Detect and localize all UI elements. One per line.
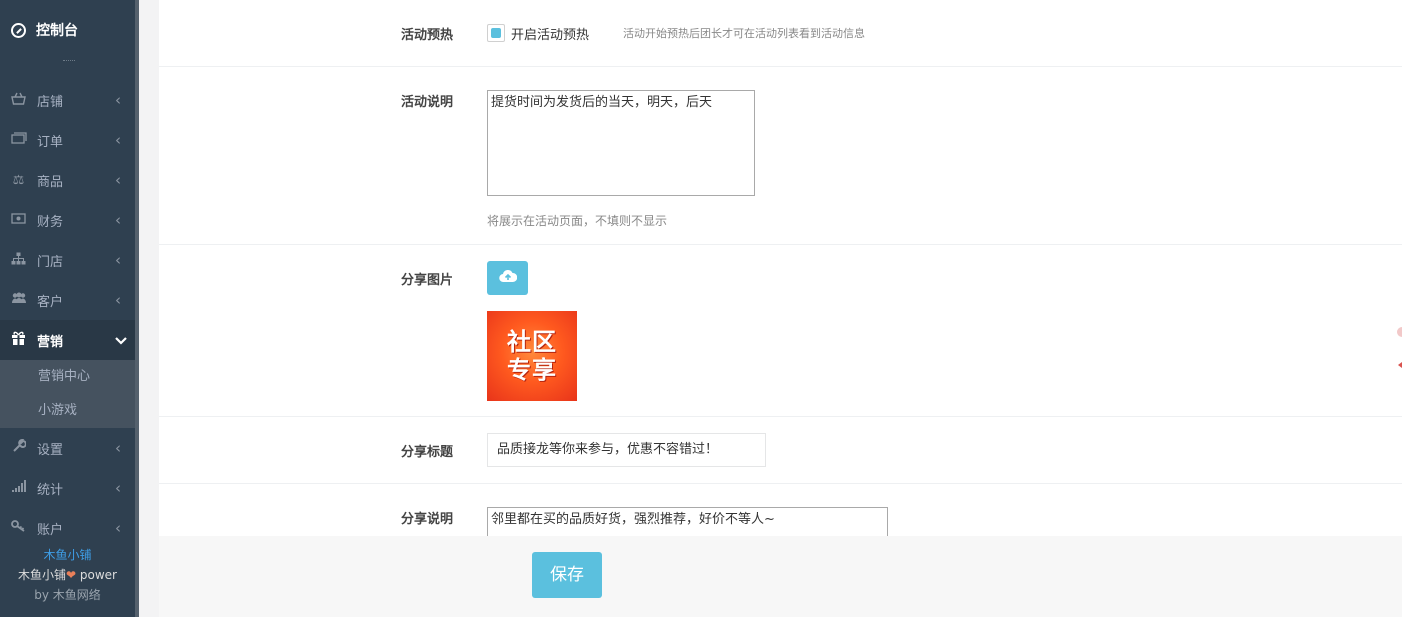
chevron-left-icon: ‹	[115, 439, 121, 457]
chevron-left-icon: ‹	[115, 211, 121, 229]
main-form: 活动预热 开启活动预热 活动开始预热后团长才可在活动列表看到活动信息 活动说明 …	[159, 0, 1402, 617]
sidebar-item-marketing[interactable]: 营销	[0, 320, 135, 360]
description-hint: 将展示在活动页面，不填则不显示	[487, 214, 668, 228]
share-image-text-2: 专享	[507, 356, 557, 384]
chevron-left-icon: ‹	[115, 171, 121, 189]
preheat-hint: 活动开始预热后团长才可在活动列表看到活动信息	[623, 27, 865, 40]
footer-powered-suffix: power	[76, 568, 117, 582]
sidebar-item-label: 财务	[37, 214, 64, 230]
share-image-preview[interactable]: 社区 专享	[487, 311, 577, 401]
sidebar-item-label: 统计	[37, 482, 64, 498]
sidebar-footer: 木鱼小铺 木鱼小铺❤ power by 木鱼网络	[0, 545, 135, 605]
marketing-submenu: 营销中心 小游戏	[0, 360, 135, 428]
share-image-label: 分享图片	[401, 273, 454, 288]
submenu-item-marketing-center[interactable]: 营销中心	[0, 360, 135, 394]
money-icon	[10, 132, 27, 148]
sidebar-item-account[interactable]: 账户 ‹	[0, 508, 135, 548]
footer-powered-name: 木鱼小铺	[18, 568, 67, 582]
sidebar-item-orders[interactable]: 订单 ‹	[0, 120, 135, 160]
upload-image-button[interactable]	[487, 261, 528, 295]
sidebar-item-label: 门店	[37, 254, 64, 270]
sidebar-item-label: 营销	[37, 334, 64, 350]
sidebar-item-label: 订单	[37, 134, 64, 150]
save-bar: 保存	[159, 536, 1402, 617]
preheat-checkbox[interactable]	[487, 24, 505, 42]
chevron-left-icon: ‹	[115, 291, 121, 309]
sidebar-item-settings[interactable]: 设置 ‹	[0, 428, 135, 468]
sidebar-item-label: 设置	[37, 442, 64, 458]
sidebar-item-label: 商品	[37, 174, 64, 190]
footer-by-prefix: by	[34, 588, 53, 602]
cash-icon	[10, 212, 27, 228]
scale-icon: ⚖	[12, 172, 25, 188]
chevron-left-icon: ‹	[115, 479, 121, 497]
sidebar-item-customers[interactable]: 客户 ‹	[0, 280, 135, 320]
sidebar-item-shop[interactable]: 店铺 ‹	[0, 80, 135, 120]
footer-company-link[interactable]: 木鱼网络	[53, 588, 101, 602]
share-title-input[interactable]: 品质接龙等你来参与，优惠不容错过！	[487, 433, 766, 467]
form-row-description: 活动说明 提货时间为发货后的当天，明天，后天 将展示在活动页面，不填则不显示	[159, 67, 1402, 245]
preheat-label: 活动预热	[401, 28, 454, 43]
gift-icon	[10, 331, 27, 349]
sidebar-item-label: 账户	[37, 522, 64, 538]
heart-icon: ❤	[66, 568, 77, 582]
sidebar-item-label: 客户	[37, 294, 64, 310]
sidebar-brand-label: 控制台	[36, 23, 78, 39]
sidebar-brand-dashboard[interactable]: 控制台	[0, 0, 135, 60]
sidebar-item-products[interactable]: ⚖ 商品 ‹	[0, 160, 135, 200]
footer-powered: 木鱼小铺❤ power	[0, 565, 135, 585]
sidebar-item-stores[interactable]: 门店 ‹	[0, 240, 135, 280]
description-textarea[interactable]: 提货时间为发货后的当天，明天，后天	[487, 90, 755, 196]
sidebar-item-label: 店铺	[37, 94, 64, 110]
chevron-left-icon: ‹	[115, 519, 121, 537]
cloud-upload-icon	[498, 269, 517, 287]
sidebar: 控制台 店铺 ‹ 订单 ‹ ⚖ 商品 ‹ 财务 ‹ 门店 ‹ 客户 ‹ 营销 营…	[0, 0, 139, 617]
content-gutter	[139, 0, 159, 617]
chevron-left-icon: ‹	[115, 131, 121, 149]
description-label: 活动说明	[401, 95, 454, 110]
chevron-left-icon: ‹	[115, 251, 121, 269]
form-row-share-desc: 分享说明 邻里都在买的品质好货，强烈推荐，好价不等人~	[159, 484, 1402, 547]
form-row-share-title: 分享标题	[159, 417, 1402, 484]
share-desc-label: 分享说明	[401, 512, 454, 527]
shop-basket-icon	[10, 92, 27, 109]
form-row-share-image: 分享图片	[159, 245, 1402, 417]
compass-icon	[11, 22, 26, 38]
chevron-left-icon: ‹	[115, 91, 121, 109]
key-icon	[10, 520, 27, 536]
decoration-icon	[1397, 327, 1402, 368]
chevron-down-icon	[115, 331, 135, 349]
form-row-preheat: 活动预热 开启活动预热 活动开始预热后团长才可在活动列表看到活动信息	[159, 0, 1402, 67]
signal-icon	[10, 480, 27, 496]
sidebar-item-finance[interactable]: 财务 ‹	[0, 200, 135, 240]
footer-by: by 木鱼网络	[0, 585, 135, 605]
footer-shop-name[interactable]: 木鱼小铺	[0, 545, 135, 565]
preheat-checkbox-label[interactable]: 开启活动预热	[511, 24, 589, 43]
submenu-item-mini-games[interactable]: 小游戏	[0, 394, 135, 428]
share-title-label: 分享标题	[401, 445, 454, 460]
divider	[63, 60, 75, 63]
sidebar-item-statistics[interactable]: 统计 ‹	[0, 468, 135, 508]
share-image-text-1: 社区	[507, 328, 557, 356]
save-button[interactable]: 保存	[532, 552, 602, 598]
wrench-icon	[10, 438, 27, 457]
sitemap-icon	[10, 252, 27, 269]
users-icon	[10, 292, 27, 308]
